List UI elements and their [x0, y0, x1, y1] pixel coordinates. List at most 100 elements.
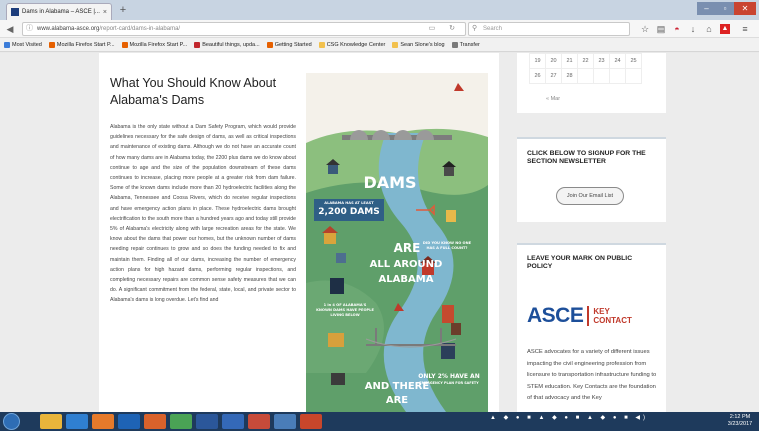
url-path: /report-card/dams-in-alabama/: [99, 26, 181, 32]
calendar-day[interactable]: 21: [561, 53, 578, 69]
window-titlebar: Dams in Alabama – ASCE |... × + – ▫ ✕: [0, 0, 759, 20]
info-dams-heading: DAMS: [363, 173, 417, 192]
firefox-icon[interactable]: [144, 414, 166, 429]
calendar-widget: 19 20 21 22 23 24 25 26 27 28 « Mar: [517, 53, 666, 113]
url-bar[interactable]: ⓘ www.alabama-asce.org/report-card/dams-…: [22, 22, 466, 36]
logo-key: KEY: [593, 307, 610, 316]
maximize-button[interactable]: ▫: [716, 2, 734, 15]
firefox-icon: [121, 41, 128, 48]
minimize-button[interactable]: –: [697, 2, 716, 15]
bookmark-icon: [4, 41, 10, 48]
clock-date: 3/23/2017: [727, 421, 753, 427]
bookmark-label: Mozilla Firefox Start P...: [56, 41, 115, 48]
bookmark-label: Transfer: [459, 41, 480, 48]
tab-title: Dams in Alabama – ASCE |...: [22, 9, 100, 15]
info-question: DID YOU KNOW NO ONE HAS A FULL COUNT?: [422, 241, 472, 250]
asce-logo-word: ASCE: [527, 304, 584, 327]
calendar-day[interactable]: 24: [609, 53, 626, 69]
url-actions[interactable]: ▭ ↻: [429, 23, 461, 35]
chrome-icon[interactable]: [170, 414, 192, 429]
browser-tab[interactable]: Dams in Alabama – ASCE |... ×: [6, 3, 112, 20]
join-email-list-button[interactable]: Join Our Email List: [556, 187, 624, 205]
powerpoint-icon[interactable]: [300, 414, 322, 429]
menu-icon[interactable]: ≡: [740, 24, 750, 34]
close-window-button[interactable]: ✕: [734, 2, 756, 15]
chrome-alt-icon[interactable]: [248, 414, 270, 429]
system-tray[interactable]: ▲ ◆ ● ■ ▲ ◆ ● ■ ▲ ◆ ● ■ ◀): [490, 414, 648, 421]
article: What You Should Know About Alabama's Dam…: [99, 53, 499, 412]
bookmark-item[interactable]: Most Visited: [4, 41, 42, 48]
newsletter-panel: CLICK BELOW TO SIGNUP FOR THE SECTION NE…: [517, 137, 666, 222]
info-icon[interactable]: ⓘ: [26, 23, 33, 35]
start-button[interactable]: [3, 413, 20, 430]
word-icon[interactable]: [196, 414, 218, 429]
info-all-around: ALL AROUND: [369, 259, 443, 270]
outlook-icon[interactable]: [118, 414, 140, 429]
new-tab-button[interactable]: +: [116, 4, 130, 18]
info-banner-small: ALABAMA HAS AT LEAST: [324, 201, 374, 205]
home-icon[interactable]: ⌂: [704, 24, 714, 34]
calendar-day[interactable]: 27: [545, 68, 562, 84]
calendar-day: [577, 68, 594, 84]
asce-key-contact-logo[interactable]: ASCE KEY CONTACT: [527, 304, 632, 327]
calendar-day[interactable]: 25: [625, 53, 642, 69]
firefox-icon: [266, 41, 273, 48]
bookmark-item[interactable]: Mozilla Firefox Start P...: [121, 41, 187, 48]
windows-taskbar: ▲ ◆ ● ■ ▲ ◆ ● ■ ▲ ◆ ● ■ ◀) 2:12 PM 3/23/…: [0, 412, 759, 431]
pocket-icon[interactable]: ◓: [672, 24, 682, 34]
info-only-pct: ONLY 2% HAVE AN: [418, 373, 480, 380]
bookmark-item[interactable]: Mozilla Firefox Start P...: [48, 41, 115, 48]
bookmark-item[interactable]: Getting Started: [266, 41, 312, 48]
bookmark-label: Getting Started: [274, 41, 312, 48]
search-placeholder: Search: [483, 26, 503, 32]
downloads-icon[interactable]: ↓: [688, 24, 698, 34]
calendar-day[interactable]: 19: [529, 53, 546, 69]
search-input[interactable]: ⚲ Search: [468, 22, 630, 36]
newsletter-title: CLICK BELOW TO SIGNUP FOR THE SECTION NE…: [527, 150, 646, 165]
calendar-prev-link[interactable]: « Mar: [546, 96, 560, 102]
calendar-day[interactable]: 26: [529, 68, 546, 84]
ie-icon[interactable]: [66, 414, 88, 429]
calendar-day[interactable]: 23: [593, 53, 610, 69]
info-one-in-four: 1 in 4 OF ALABAMA'S KNOWN DAMS HAVE PEOP…: [316, 303, 374, 317]
calendar-day: [609, 68, 626, 84]
transfer-icon: [451, 41, 458, 48]
bookmark-star-icon[interactable]: ☆: [640, 24, 650, 34]
calendar-row: 19 20 21 22 23 24 25: [529, 53, 642, 69]
info-alabama: ALABAMA: [378, 274, 434, 285]
media-player-icon[interactable]: [92, 414, 114, 429]
policy-text: ASCE advocates for a variety of differen…: [527, 349, 657, 401]
calendar-table: 19 20 21 22 23 24 25 26 27 28: [529, 53, 642, 84]
tab-close-icon[interactable]: ×: [103, 9, 107, 16]
reading-list-icon[interactable]: ▤: [656, 24, 666, 34]
calendar-day[interactable]: 22: [577, 53, 594, 69]
calendar-day: [593, 68, 610, 84]
bookmark-item[interactable]: Sean Slone's blog: [392, 41, 445, 48]
word-doc-icon[interactable]: [222, 414, 244, 429]
clock-time: 2:12 PM: [729, 414, 751, 420]
navigation-bar: ◀ ⓘ www.alabama-asce.org/report-card/dam…: [0, 20, 759, 38]
info-banner-big: 2,200 DAMS: [318, 207, 380, 217]
bookmark-item[interactable]: CSG Knowledge Center: [318, 41, 385, 48]
bookmark-icon: [194, 41, 201, 48]
asce-favicon-icon: [11, 8, 19, 16]
bookmark-item[interactable]: Transfer: [451, 41, 480, 48]
bookmark-label: Sean Slone's blog: [400, 41, 445, 48]
dams-infographic: DAMS ALABAMA HAS AT LEAST 2,200 DAMS ARE…: [306, 73, 488, 412]
calendar-day[interactable]: 28: [561, 68, 578, 84]
network-icon[interactable]: [274, 414, 296, 429]
back-arrow-icon[interactable]: ◀: [4, 23, 16, 35]
sidebar: 19 20 21 22 23 24 25 26 27 28 « Mar CLIC…: [517, 53, 666, 412]
logo-contact: CONTACT: [593, 316, 632, 325]
web-page: What You Should Know About Alabama's Dam…: [0, 53, 759, 412]
calendar-day[interactable]: 20: [545, 53, 562, 69]
clock[interactable]: 2:12 PM 3/23/2017: [722, 414, 758, 428]
addon-icon[interactable]: ▲: [720, 24, 730, 34]
bookmark-item[interactable]: Beautiful things, upda...: [194, 41, 260, 48]
folder-icon: [392, 41, 399, 48]
info-are2: ARE: [385, 395, 409, 406]
article-title: What You Should Know About Alabama's Dam…: [110, 76, 277, 107]
explorer-icon[interactable]: [40, 414, 62, 429]
logo-divider: [587, 306, 590, 326]
policy-title: LEAVE YOUR MARK ON PUBLIC POLICY: [527, 255, 633, 270]
